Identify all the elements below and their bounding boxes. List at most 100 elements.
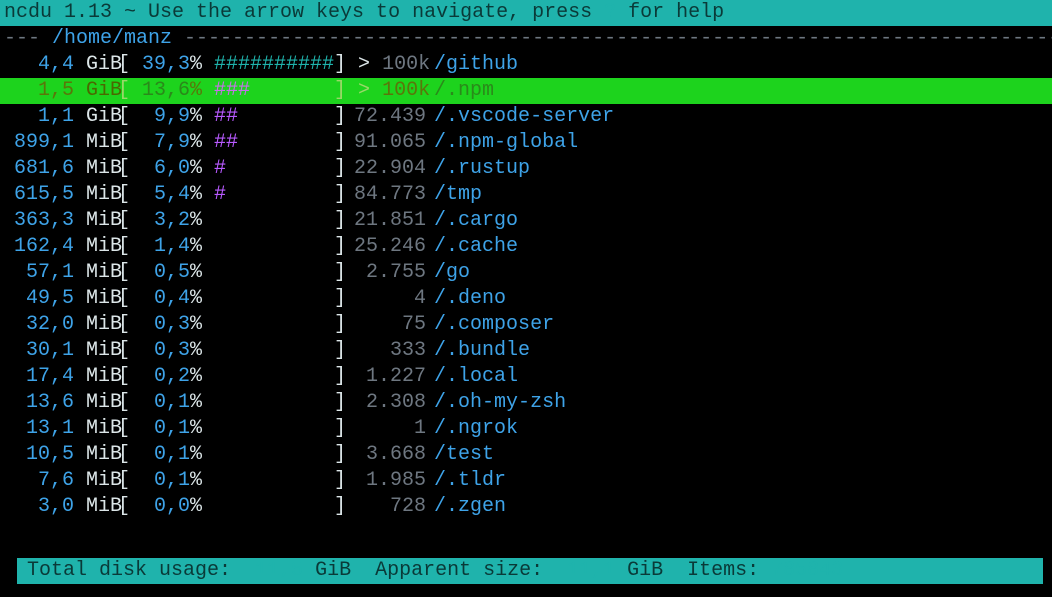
item-count: 4	[346, 286, 426, 312]
directory-list[interactable]: 4,4 GiB[ 39,3% ##########] > 100k/github…	[0, 52, 1052, 520]
percent-sign-icon: %	[190, 494, 214, 520]
items-label: Items:	[687, 559, 771, 582]
footer-bar: Total disk usage: 11,5 GiB Apparent size…	[17, 558, 1043, 584]
item-count: 3.668	[346, 442, 426, 468]
disk-usage-unit: GiB	[303, 559, 375, 582]
percent-value: 39,3	[142, 53, 190, 76]
list-item[interactable]: 3,0 MiB[ 0,0% ]728/.zgen	[0, 494, 1052, 520]
help-key-icon: ?	[604, 1, 616, 24]
percent-sign-icon: %	[190, 104, 214, 130]
size-value: 49,5	[26, 287, 74, 310]
usage-bar-icon: #	[214, 183, 334, 206]
usage-bar-icon	[214, 313, 334, 336]
size-unit: MiB	[74, 131, 122, 154]
size-unit: MiB	[74, 443, 122, 466]
current-path[interactable]: /home/manz	[52, 27, 172, 50]
usage-bar-icon	[214, 287, 334, 310]
size-unit: MiB	[74, 313, 122, 336]
size-value: 681,6	[14, 157, 74, 180]
bar-open-bracket: [	[118, 338, 142, 364]
list-item[interactable]: 899,1 MiB[ 7,9% ## ]91.065/.npm-global	[0, 130, 1052, 156]
item-count: 25.246	[346, 234, 426, 260]
entry-name: /.cargo	[434, 209, 518, 232]
size-unit: MiB	[74, 235, 122, 258]
bar-open-bracket: [	[118, 468, 142, 494]
usage-bar-icon: #	[214, 157, 334, 180]
item-count: 2.755	[346, 260, 426, 286]
list-item[interactable]: 49,5 MiB[ 0,4% ]4/.deno	[0, 286, 1052, 312]
usage-bar-icon	[214, 261, 334, 284]
size-value: 57,1	[26, 261, 74, 284]
size-unit: MiB	[74, 183, 122, 206]
usage-bar-icon	[214, 339, 334, 362]
size-value: 13,6	[26, 391, 74, 414]
item-count: 333	[346, 338, 426, 364]
size-unit: MiB	[74, 339, 122, 362]
bar-open-bracket: [	[118, 78, 142, 104]
bar-open-bracket: [	[118, 442, 142, 468]
percent-sign-icon: %	[190, 52, 214, 78]
size-value: 4,4	[38, 53, 74, 76]
size-unit: GiB	[74, 105, 122, 128]
percent-value: 0,0	[154, 495, 190, 518]
disk-usage-value: 11,5	[255, 559, 303, 582]
list-item[interactable]: 17,4 MiB[ 0,2% ]1.227/.local	[0, 364, 1052, 390]
percent-sign-icon: %	[190, 78, 214, 104]
list-item[interactable]: 7,6 MiB[ 0,1% ]1.985/.tldr	[0, 468, 1052, 494]
list-item[interactable]: 57,1 MiB[ 0,5% ]2.755/go	[0, 260, 1052, 286]
bar-open-bracket: [	[118, 208, 142, 234]
item-count: 21.851	[346, 208, 426, 234]
item-count: 1.985	[346, 468, 426, 494]
percent-value: 13,6	[142, 79, 190, 102]
bar-open-bracket: [	[118, 156, 142, 182]
size-value: 10,5	[26, 443, 74, 466]
size-unit: MiB	[74, 391, 122, 414]
usage-bar-icon	[214, 443, 334, 466]
list-item[interactable]: 681,6 MiB[ 6,0% # ]22.904/.rustup	[0, 156, 1052, 182]
list-item[interactable]: 162,4 MiB[ 1,4% ]25.246/.cache	[0, 234, 1052, 260]
list-item[interactable]: 615,5 MiB[ 5,4% # ]84.773/tmp	[0, 182, 1052, 208]
size-unit: MiB	[74, 469, 122, 492]
entry-name: /go	[434, 261, 470, 284]
entry-name: /.bundle	[434, 339, 530, 362]
apparent-label: Apparent size:	[375, 559, 567, 582]
bar-open-bracket: [	[118, 390, 142, 416]
path-row: --- /home/manz -------------------------…	[0, 26, 1052, 52]
percent-sign-icon: %	[190, 156, 214, 182]
list-item[interactable]: 1,1 GiB[ 9,9% ## ]72.439/.vscode-server	[0, 104, 1052, 130]
list-item[interactable]: 4,4 GiB[ 39,3% ##########] > 100k/github	[0, 52, 1052, 78]
entry-name: /.ngrok	[434, 417, 518, 440]
percent-value: 0,1	[154, 469, 190, 492]
entry-name: /.zgen	[434, 495, 506, 518]
bar-open-bracket: [	[118, 182, 142, 208]
path-prefix: ---	[4, 27, 52, 50]
bar-close-bracket: ]	[334, 156, 346, 182]
usage-bar-icon	[214, 391, 334, 414]
size-unit: MiB	[74, 495, 122, 518]
percent-value: 0,1	[154, 443, 190, 466]
usage-bar-icon	[214, 235, 334, 258]
list-item[interactable]: 30,1 MiB[ 0,3% ]333/.bundle	[0, 338, 1052, 364]
bar-open-bracket: [	[118, 130, 142, 156]
entry-name: /.npm-global	[434, 131, 578, 154]
list-item[interactable]: 13,6 MiB[ 0,1% ]2.308/.oh-my-zsh	[0, 390, 1052, 416]
list-item[interactable]: 1,5 GiB[ 13,6% ### ] > 100k/.npm	[0, 78, 1052, 104]
list-item[interactable]: 10,5 MiB[ 0,1% ]3.668/test	[0, 442, 1052, 468]
list-item[interactable]: 13,1 MiB[ 0,1% ]1/.ngrok	[0, 416, 1052, 442]
path-suffix: ----------------------------------------…	[172, 27, 1052, 50]
entry-name: /github	[434, 53, 518, 76]
bar-close-bracket: ]	[334, 468, 346, 494]
item-count: > 100k	[346, 52, 426, 78]
bar-close-bracket: ]	[334, 130, 346, 156]
list-item[interactable]: 363,3 MiB[ 3,2% ]21.851/.cargo	[0, 208, 1052, 234]
bar-open-bracket: [	[118, 364, 142, 390]
usage-bar-icon: ##	[214, 105, 334, 128]
bar-close-bracket: ]	[334, 390, 346, 416]
header-text: ncdu 1.13 ~ Use the arrow keys to naviga…	[4, 1, 604, 24]
percent-value: 0,2	[154, 365, 190, 388]
apparent-value: 11,1	[567, 559, 615, 582]
list-item[interactable]: 32,0 MiB[ 0,3% ]75/.composer	[0, 312, 1052, 338]
entry-name: /.tldr	[434, 469, 506, 492]
bar-open-bracket: [	[118, 286, 142, 312]
bar-open-bracket: [	[118, 494, 142, 520]
